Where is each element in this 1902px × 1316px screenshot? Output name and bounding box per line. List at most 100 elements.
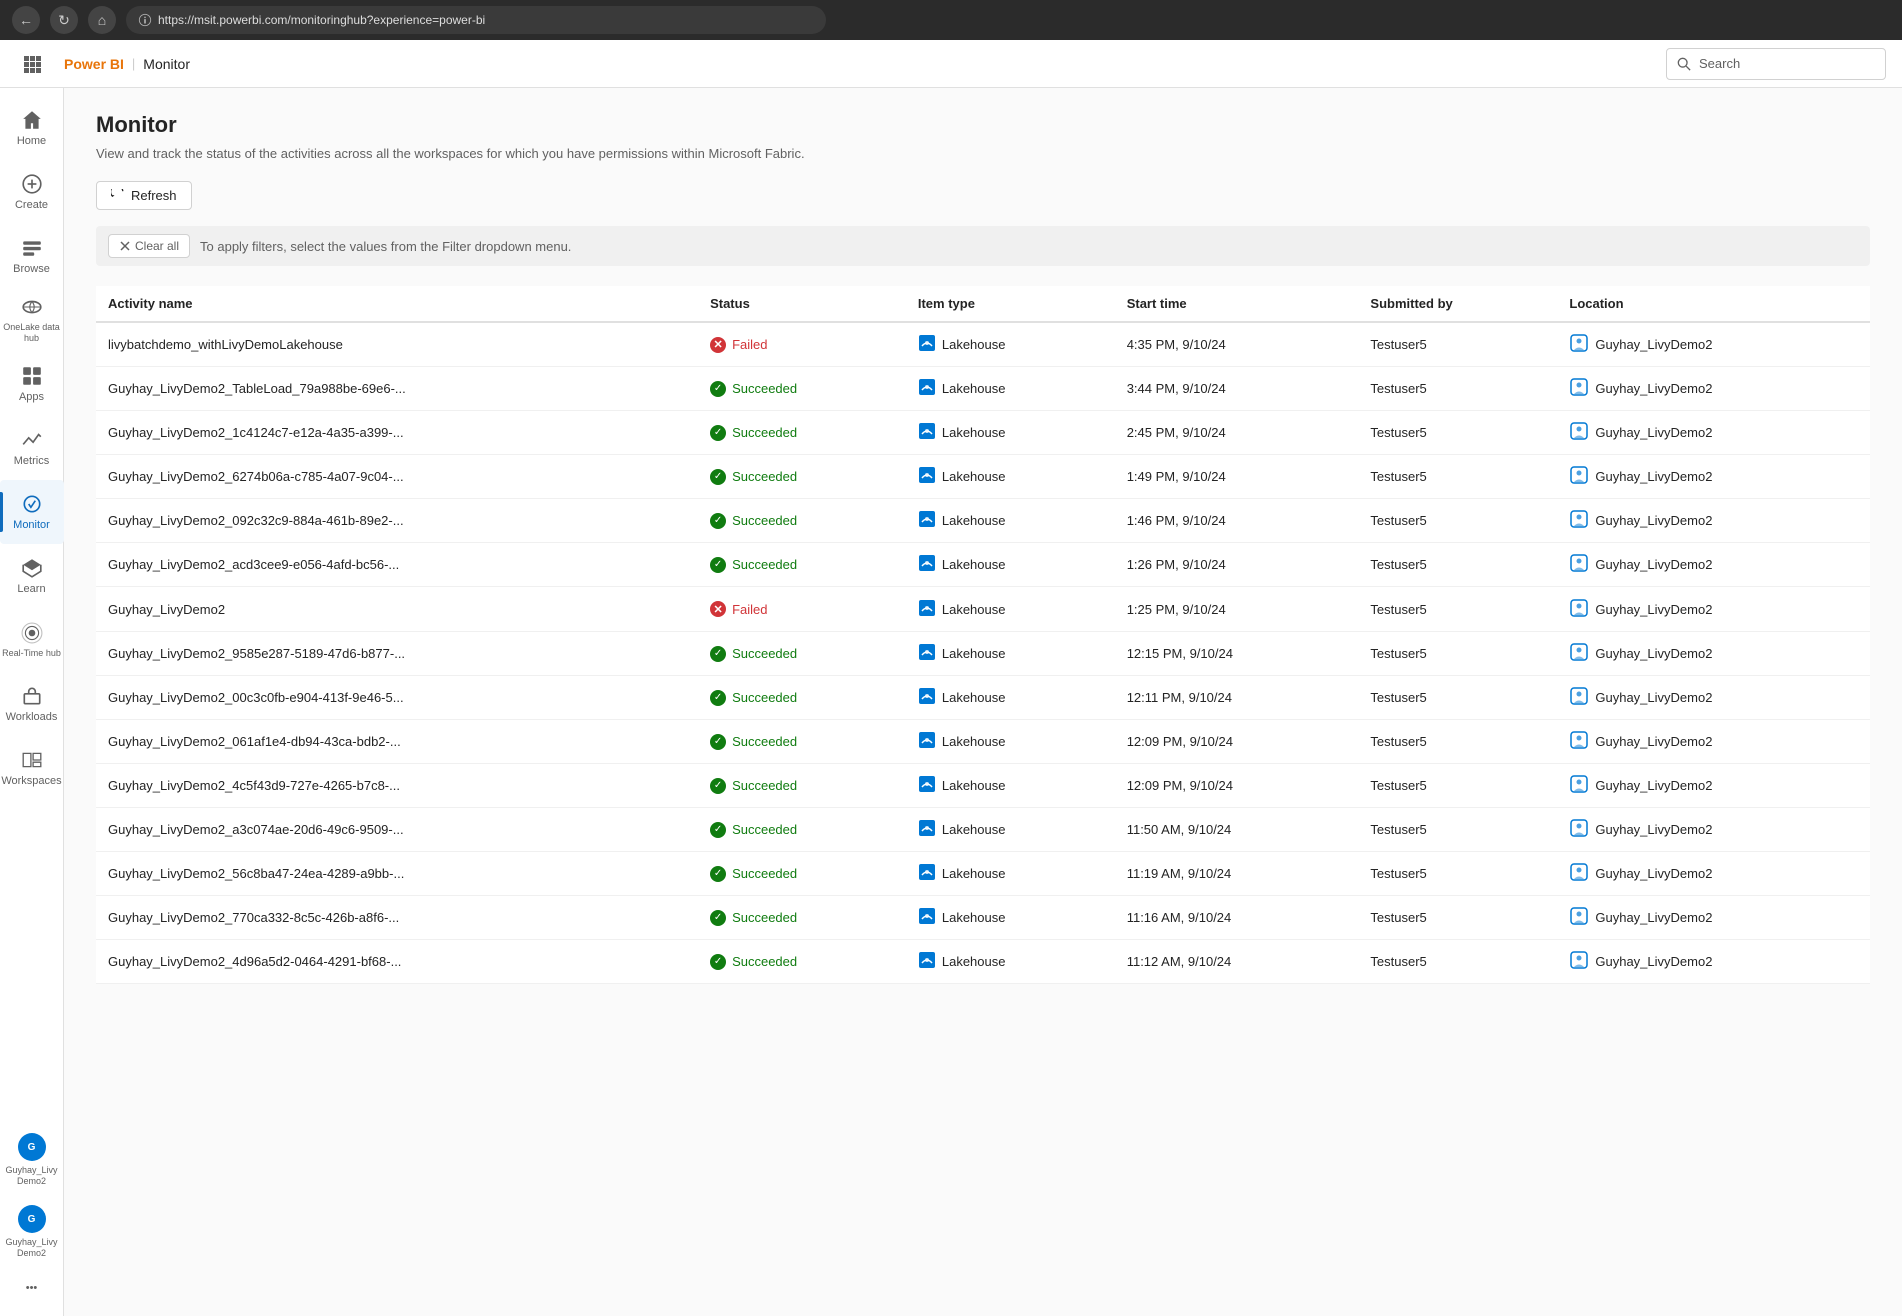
table-row[interactable]: Guyhay_LivyDemo2_9585e287-5189-47d6-b877…: [96, 632, 1870, 676]
table-row[interactable]: Guyhay_LivyDemo2_061af1e4-db94-43ca-bdb2…: [96, 720, 1870, 764]
sidebar-item-learn[interactable]: Learn: [0, 544, 64, 608]
location-icon: [1569, 774, 1589, 797]
lakehouse-icon: [918, 510, 936, 531]
back-button[interactable]: ←: [12, 6, 40, 34]
start-time-cell: 11:19 AM, 9/10/24: [1115, 852, 1359, 896]
start-time-cell: 1:26 PM, 9/10/24: [1115, 543, 1359, 587]
table-row[interactable]: Guyhay_LivyDemo2_acd3cee9-e056-4afd-bc56…: [96, 543, 1870, 587]
location-text: Guyhay_LivyDemo2: [1595, 734, 1712, 749]
sidebar-item-onelake[interactable]: OneLake data hub: [0, 288, 64, 352]
status-cell: ✓Succeeded: [698, 367, 906, 411]
activity-name-text: Guyhay_LivyDemo2_770ca332-8c5c-426b-a8f6…: [108, 910, 399, 925]
col-activity-name[interactable]: Activity name: [96, 286, 698, 322]
succeeded-icon: ✓: [710, 381, 726, 397]
table-row[interactable]: Guyhay_LivyDemo2_4c5f43d9-727e-4265-b7c8…: [96, 764, 1870, 808]
sidebar-item-home[interactable]: Home: [0, 96, 64, 160]
item-type-text: Lakehouse: [942, 557, 1006, 572]
activity-name-text: Guyhay_LivyDemo2_TableLoad_79a988be-69e6…: [108, 381, 406, 396]
brand-area: Power BI | Monitor: [64, 56, 190, 72]
status-text: Succeeded: [732, 954, 797, 969]
status-text: Failed: [732, 602, 767, 617]
search-box[interactable]: Search: [1666, 48, 1886, 80]
activity-name-cell: Guyhay_LivyDemo2_1c4124c7-e12a-4a35-a399…: [96, 411, 698, 455]
row-info-button[interactable]: ℹ: [233, 597, 257, 621]
grid-menu-icon[interactable]: [16, 48, 48, 80]
table-row[interactable]: Guyhay_LivyDemo2_00c3c0fb-e904-413f-9e46…: [96, 676, 1870, 720]
status-cell: ✓Succeeded: [698, 940, 906, 984]
start-time-cell: 1:49 PM, 9/10/24: [1115, 455, 1359, 499]
sidebar-workspace-1[interactable]: G Guyhay_Livy Demo2: [0, 1124, 64, 1196]
clear-all-button[interactable]: Clear all: [108, 234, 190, 258]
table-row[interactable]: Guyhay_LivyDemo2ℹ•••✕FailedLakehouse1:25…: [96, 587, 1870, 632]
succeeded-icon: ✓: [710, 822, 726, 838]
sidebar-label-home: Home: [17, 135, 46, 147]
table-row[interactable]: Guyhay_LivyDemo2_1c4124c7-e12a-4a35-a399…: [96, 411, 1870, 455]
location-cell: Guyhay_LivyDemo2: [1557, 896, 1870, 940]
location-cell: Guyhay_LivyDemo2: [1557, 940, 1870, 984]
item-type-cell: Lakehouse: [906, 322, 1115, 367]
status-text: Succeeded: [732, 425, 797, 440]
sidebar-item-browse[interactable]: Browse: [0, 224, 64, 288]
main-content: Monitor View and track the status of the…: [64, 88, 1902, 1316]
col-item-type[interactable]: Item type: [906, 286, 1115, 322]
sidebar-item-apps[interactable]: Apps: [0, 352, 64, 416]
item-type-cell: Lakehouse: [906, 852, 1115, 896]
col-status[interactable]: Status: [698, 286, 906, 322]
sidebar-item-workloads[interactable]: Workloads: [0, 672, 64, 736]
sidebar-item-monitor[interactable]: Monitor: [0, 480, 64, 544]
table-row[interactable]: Guyhay_LivyDemo2_TableLoad_79a988be-69e6…: [96, 367, 1870, 411]
row-more-button[interactable]: •••: [265, 597, 289, 621]
refresh-button[interactable]: Refresh: [96, 181, 192, 210]
activity-name-cell: Guyhay_LivyDemo2_770ca332-8c5c-426b-a8f6…: [96, 896, 698, 940]
refresh-browser-button[interactable]: ↻: [50, 6, 78, 34]
activity-name-cell: Guyhay_LivyDemo2_acd3cee9-e056-4afd-bc56…: [96, 543, 698, 587]
table-row[interactable]: Guyhay_LivyDemo2_770ca332-8c5c-426b-a8f6…: [96, 896, 1870, 940]
succeeded-icon: ✓: [710, 734, 726, 750]
col-start-time[interactable]: Start time: [1115, 286, 1359, 322]
lakehouse-icon: [918, 554, 936, 575]
item-type-cell: Lakehouse: [906, 455, 1115, 499]
table-row[interactable]: Guyhay_LivyDemo2_4d96a5d2-0464-4291-bf68…: [96, 940, 1870, 984]
table-row[interactable]: livybatchdemo_withLivyDemoLakehouse✕Fail…: [96, 322, 1870, 367]
table-row[interactable]: Guyhay_LivyDemo2_a3c074ae-20d6-49c6-9509…: [96, 808, 1870, 852]
url-text: https://msit.powerbi.com/monitoringhub?e…: [158, 13, 485, 27]
table-row[interactable]: Guyhay_LivyDemo2_56c8ba47-24ea-4289-a9bb…: [96, 852, 1870, 896]
col-location[interactable]: Location: [1557, 286, 1870, 322]
item-type-cell: Lakehouse: [906, 720, 1115, 764]
nav-page-name: Monitor: [143, 56, 190, 72]
sidebar-workspace-2[interactable]: G Guyhay_Livy Demo2: [0, 1196, 64, 1268]
item-type-cell: Lakehouse: [906, 896, 1115, 940]
col-submitted-by[interactable]: Submitted by: [1358, 286, 1557, 322]
location-text: Guyhay_LivyDemo2: [1595, 469, 1712, 484]
main-layout: Home Create Browse OneLake data hub Apps…: [0, 88, 1902, 1316]
submitted-by-cell: Testuser5: [1358, 455, 1557, 499]
table-row[interactable]: Guyhay_LivyDemo2_092c32c9-884a-461b-89e2…: [96, 499, 1870, 543]
activity-name-cell: Guyhay_LivyDemo2_092c32c9-884a-461b-89e2…: [96, 499, 698, 543]
status-text: Succeeded: [732, 513, 797, 528]
succeeded-icon: ✓: [710, 646, 726, 662]
sidebar-item-workspaces[interactable]: Workspaces: [0, 736, 64, 800]
url-bar[interactable]: https://msit.powerbi.com/monitoringhub?e…: [126, 6, 826, 34]
table-row[interactable]: Guyhay_LivyDemo2_6274b06a-c785-4a07-9c04…: [96, 455, 1870, 499]
sidebar-item-create[interactable]: Create: [0, 160, 64, 224]
status-text: Succeeded: [732, 822, 797, 837]
status-text: Failed: [732, 337, 767, 352]
sidebar-item-metrics[interactable]: Metrics: [0, 416, 64, 480]
sidebar-item-realtime[interactable]: Real-Time hub: [0, 608, 64, 672]
page-subtitle: View and track the status of the activit…: [96, 146, 1870, 161]
status-cell: ✓Succeeded: [698, 720, 906, 764]
sidebar-more-button[interactable]: •••: [0, 1268, 64, 1308]
submitted-by-cell: Testuser5: [1358, 940, 1557, 984]
item-type-text: Lakehouse: [942, 910, 1006, 925]
location-text: Guyhay_LivyDemo2: [1595, 822, 1712, 837]
location-icon: [1569, 377, 1589, 400]
brand-name[interactable]: Power BI: [64, 56, 124, 72]
start-time-cell: 11:12 AM, 9/10/24: [1115, 940, 1359, 984]
activity-name-cell: Guyhay_LivyDemo2_00c3c0fb-e904-413f-9e46…: [96, 676, 698, 720]
home-browser-button[interactable]: ⌂: [88, 6, 116, 34]
succeeded-icon: ✓: [710, 866, 726, 882]
submitted-by-cell: Testuser5: [1358, 367, 1557, 411]
status-cell: ✓Succeeded: [698, 499, 906, 543]
sidebar-label-metrics: Metrics: [14, 455, 49, 467]
location-cell: Guyhay_LivyDemo2: [1557, 632, 1870, 676]
